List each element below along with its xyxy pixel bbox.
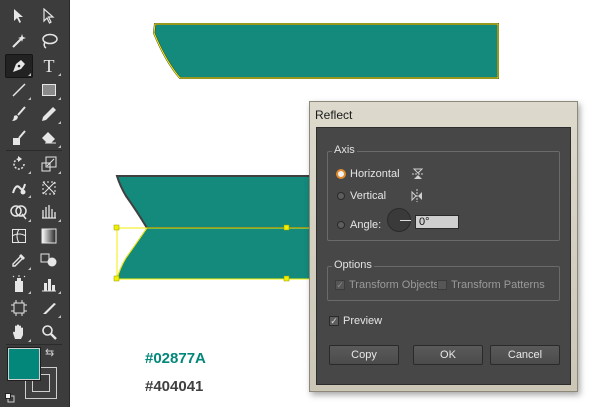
rotate-icon[interactable] [6, 153, 32, 175]
reflected-preview-shape[interactable] [116, 227, 316, 280]
vertical-axis-label[interactable]: Vertical [350, 190, 386, 202]
angle-label[interactable]: Angle: [350, 219, 381, 231]
free-transform-icon[interactable] [36, 177, 62, 199]
slice-icon[interactable] [36, 297, 62, 319]
line-segment-icon[interactable] [6, 79, 32, 101]
tools-panel: T ⇆ [0, 0, 70, 407]
artboard-icon[interactable] [6, 297, 32, 319]
eraser-icon[interactable] [36, 127, 62, 149]
magic-wand-icon[interactable] [6, 30, 32, 52]
paintbrush-icon[interactable] [6, 103, 32, 125]
blob-brush-icon[interactable] [6, 127, 32, 149]
stroke-color-hex-label: #404041 [145, 378, 204, 395]
transform-objects-checkbox[interactable]: ✓ [335, 280, 345, 290]
reflect-dialog: Reflect Axis Horizontal Vertical Angle: … [309, 101, 578, 392]
horizontal-reflect-icon [411, 167, 425, 185]
vertical-reflect-icon [411, 189, 423, 207]
gradient-icon[interactable] [36, 225, 62, 247]
axis-group-label: Axis [332, 144, 357, 156]
dialog-title: Reflect [315, 108, 353, 122]
swap-fill-stroke-icon[interactable]: ⇆ [45, 346, 54, 359]
scale-icon[interactable] [36, 153, 62, 175]
rectangle-icon[interactable] [36, 79, 62, 101]
column-graph-icon[interactable] [36, 273, 62, 295]
hand-icon[interactable] [6, 321, 32, 343]
direct-selection-arrow-icon[interactable] [36, 5, 62, 27]
fill-color-hex-label: #02877A [145, 350, 206, 367]
horizontal-axis-radio[interactable] [336, 169, 346, 179]
angle-radio[interactable] [337, 221, 345, 229]
upper-shape[interactable] [115, 175, 316, 229]
transform-patterns-label[interactable]: Transform Patterns [451, 279, 545, 291]
bbox-handle[interactable] [113, 275, 120, 282]
dialog-body: Axis Horizontal Vertical Angle: 0° Optio… [316, 127, 571, 385]
cancel-button[interactable]: Cancel [490, 345, 560, 365]
lasso-icon[interactable] [36, 30, 62, 52]
fill-swatch[interactable] [8, 348, 40, 380]
options-group-label: Options [332, 259, 374, 271]
mesh-icon[interactable] [6, 225, 32, 247]
transform-objects-label[interactable]: Transform Objects [349, 279, 439, 291]
pen-icon[interactable] [5, 54, 33, 78]
copy-button[interactable]: Copy [329, 345, 399, 365]
ok-button[interactable]: OK [413, 345, 483, 365]
angle-dial-icon[interactable] [387, 208, 411, 232]
bbox-handle[interactable] [283, 224, 290, 231]
vertical-axis-radio[interactable] [337, 192, 345, 200]
angle-dial-needle [400, 220, 411, 221]
blend-icon[interactable] [36, 249, 62, 271]
eyedropper-icon[interactable] [6, 249, 32, 271]
preview-label[interactable]: Preview [343, 315, 382, 327]
default-fill-stroke-icon[interactable] [5, 390, 15, 408]
selection-arrow-icon[interactable] [6, 5, 32, 27]
preview-checkbox[interactable]: ✓ [329, 316, 339, 326]
shape-builder-icon[interactable] [6, 201, 32, 223]
warp-icon[interactable] [6, 177, 32, 199]
pencil-icon[interactable] [36, 103, 62, 125]
bbox-handle[interactable] [283, 275, 290, 282]
original-shape[interactable] [152, 23, 499, 79]
toolbar-divider [6, 344, 62, 345]
type-icon[interactable]: T [36, 55, 62, 77]
toolbar-divider [6, 150, 62, 151]
horizontal-axis-label[interactable]: Horizontal [350, 168, 400, 180]
zoom-icon[interactable] [36, 321, 62, 343]
options-group: Options ✓ Transform Objects Transform Pa… [327, 259, 560, 301]
transform-patterns-checkbox[interactable] [437, 280, 447, 290]
bbox-handle[interactable] [113, 224, 120, 231]
angle-input[interactable]: 0° [415, 215, 459, 229]
symbol-sprayer-icon[interactable] [6, 273, 32, 295]
perspective-grid-icon[interactable] [36, 201, 62, 223]
